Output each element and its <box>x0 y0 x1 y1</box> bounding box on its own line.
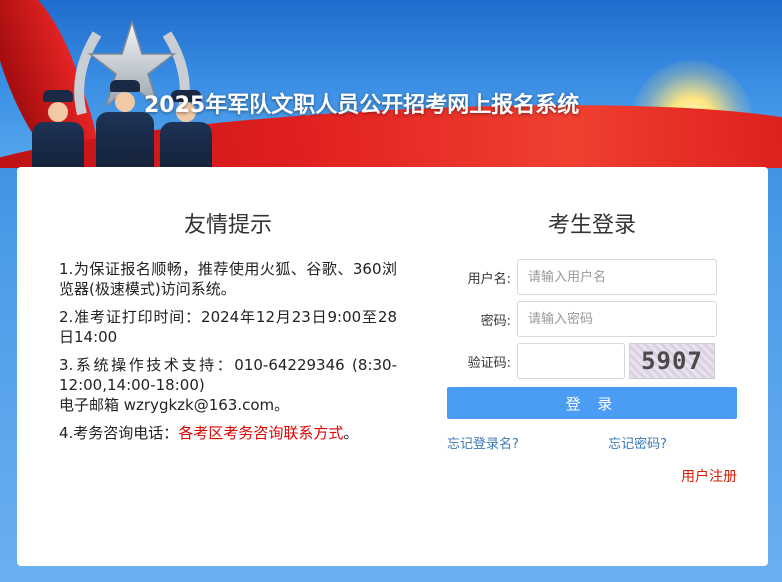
register-link[interactable]: 用户注册 <box>681 469 737 485</box>
forgot-username-link[interactable]: 忘记登录名? <box>447 433 519 452</box>
username-row: 用户名: <box>447 259 737 295</box>
captcha-row: 验证码: 5907 <box>447 343 737 379</box>
login-panel: 考生登录 用户名: 密码: 验证码: 5907 登 录 忘记登录名? 忘记密码?… <box>447 207 737 486</box>
login-title: 考生登录 <box>547 213 636 238</box>
tip-item-print-time: 2.准考证打印时间：2024年12月23日9:00至28日14:00 <box>59 308 397 346</box>
tip-support-phone: 3.系统操作技术支持：010-64229346 (8:30-12:00,14:0… <box>59 356 397 394</box>
captcha-label: 验证码: <box>467 355 511 371</box>
main-card: 友情提示 1.为保证报名顺畅，推荐使用火狐、谷歌、360浏览器(极速模式)访问系… <box>17 167 768 566</box>
forgot-links: 忘记登录名? 忘记密码? <box>447 433 737 452</box>
tip-consult-prefix: 4.考务咨询电话： <box>59 424 179 442</box>
tip-support-email: 电子邮箱 wzrygkzk@163.com。 <box>59 396 290 414</box>
username-input[interactable] <box>517 259 717 295</box>
forgot-password-link[interactable]: 忘记密码? <box>608 433 667 452</box>
tips-panel: 友情提示 1.为保证报名顺畅，推荐使用火狐、谷歌、360浏览器(极速模式)访问系… <box>59 207 397 451</box>
login-button[interactable]: 登 录 <box>447 387 737 419</box>
header-banner: 2025年军队文职人员公开招考网上报名系统 <box>0 0 782 168</box>
password-row: 密码: <box>447 301 737 337</box>
tip-item-browser: 1.为保证报名顺畅，推荐使用火狐、谷歌、360浏览器(极速模式)访问系统。 <box>59 260 397 298</box>
captcha-input[interactable] <box>517 343 625 379</box>
tip-item-consult: 4.考务咨询电话：各考区考务咨询联系方式。 <box>59 423 397 443</box>
tips-title: 友情提示 <box>183 213 272 238</box>
officer-figure-left <box>32 90 84 168</box>
register-row: 用户注册 <box>447 466 737 486</box>
consult-contacts-link[interactable]: 各考区考务咨询联系方式 <box>178 424 343 442</box>
password-input[interactable] <box>517 301 717 337</box>
page-title: 2025年军队文职人员公开招考网上报名系统 <box>144 93 580 118</box>
password-label: 密码: <box>480 313 511 329</box>
captcha-image[interactable]: 5907 <box>629 343 715 379</box>
tip-item-support: 3.系统操作技术支持：010-64229346 (8:30-12:00,14:0… <box>59 355 397 415</box>
tip-consult-suffix: 。 <box>343 424 359 442</box>
username-label: 用户名: <box>467 271 511 287</box>
